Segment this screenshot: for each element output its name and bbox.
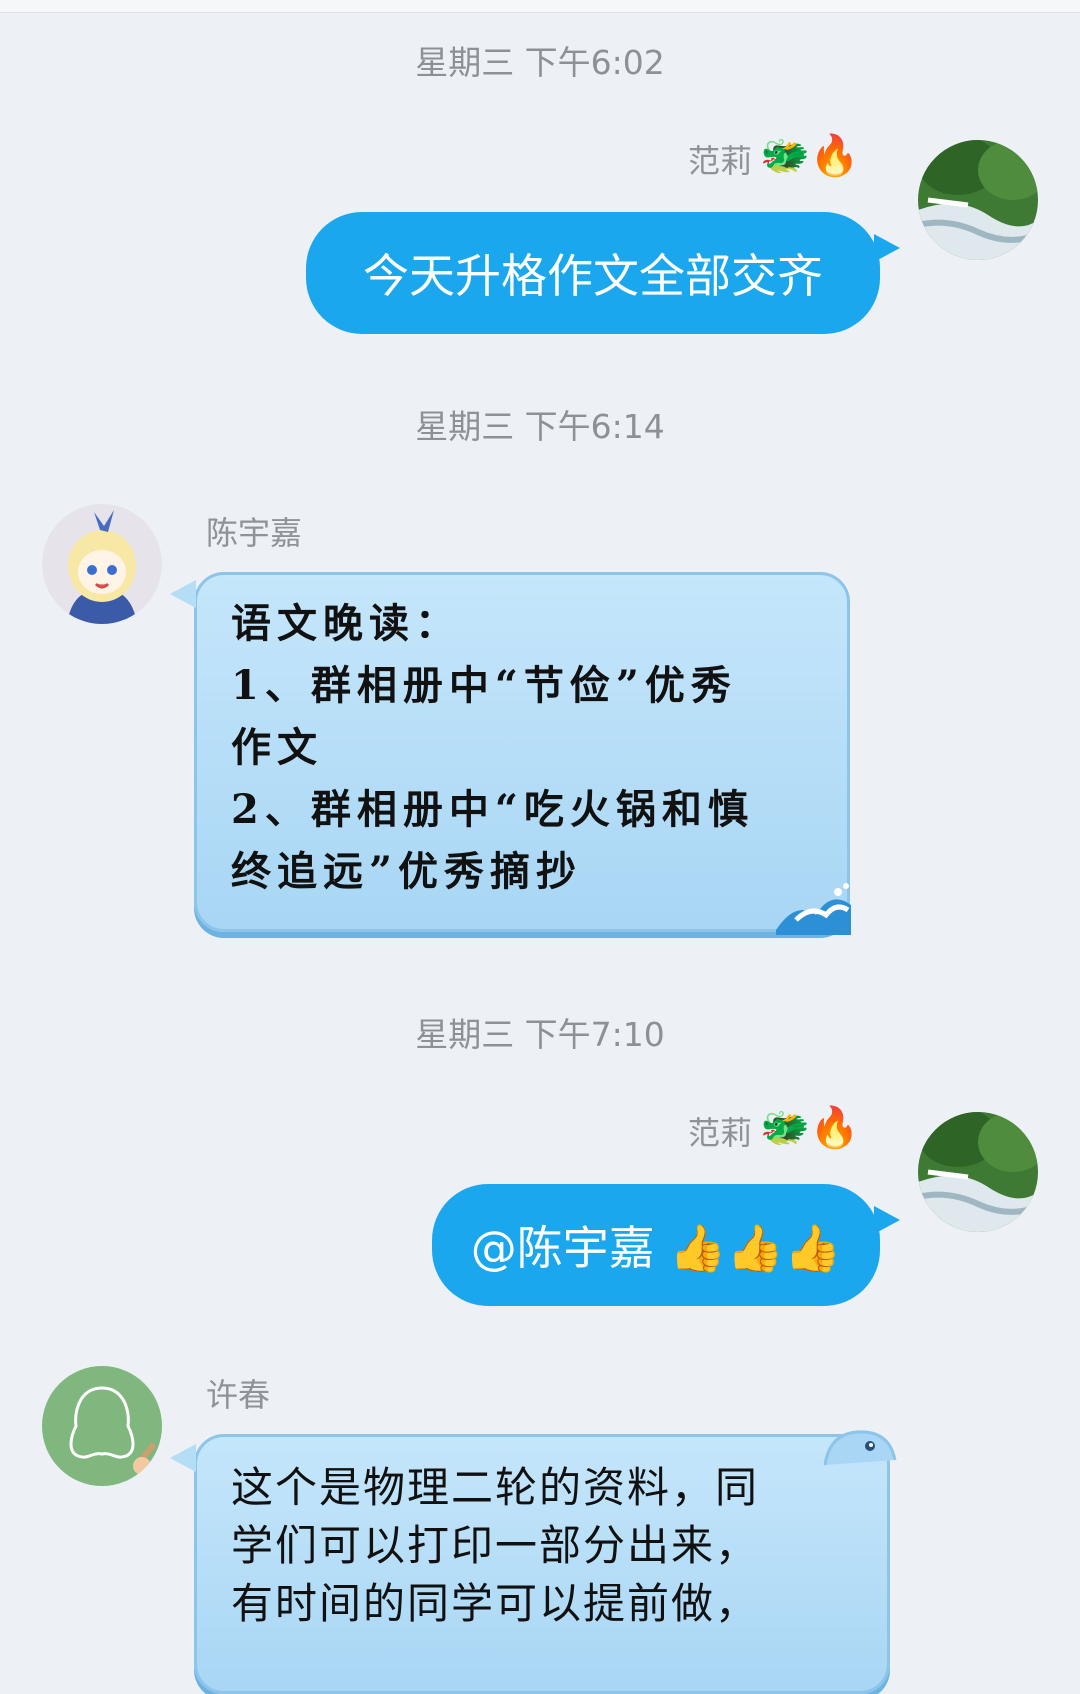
sender-name: 范莉 <box>688 1114 753 1152</box>
message-line: 2、群相册中“吃火锅和慎 <box>231 786 754 833</box>
wave-decoration-icon <box>776 883 851 935</box>
avatar[interactable] <box>918 140 1038 260</box>
message-bubble[interactable]: 这个是物理二轮的资料，同 学们可以打印一部分出来， 有时间的同学可以提前做， <box>194 1434 890 1694</box>
avatar[interactable] <box>42 1366 162 1486</box>
message-line: 有时间的同学可以提前做， <box>231 1579 760 1628</box>
sender-name: 许春 <box>206 1376 271 1414</box>
landscape-avatar-icon <box>918 140 1038 260</box>
message-text: @陈宇嘉 👍👍👍 <box>470 1221 842 1275</box>
anime-avatar-icon <box>42 504 162 624</box>
message-bubble[interactable]: 语文晚读： 1、群相册中“节俭”优秀 作文 2、群相册中“吃火锅和慎 终追远”优… <box>194 572 850 932</box>
timestamp: 星期三 下午7:10 <box>415 1015 665 1054</box>
whale-decoration-icon <box>823 1430 897 1466</box>
default-penguin-avatar-icon <box>42 1366 162 1486</box>
landscape-avatar-icon <box>918 1112 1038 1232</box>
bubble-tail <box>170 1444 196 1472</box>
message-line: 终追远”优秀摘抄 <box>231 848 583 895</box>
message-text: 今天升格作文全部交齐 <box>363 249 823 303</box>
top-divider <box>0 0 1080 13</box>
bubble-tail <box>170 580 196 608</box>
message-line: 1、群相册中“节俭”优秀 <box>231 662 737 709</box>
message-line: 学们可以打印一部分出来， <box>231 1521 760 1570</box>
message-bubble[interactable]: 今天升格作文全部交齐 <box>306 212 880 334</box>
sender-name: 陈宇嘉 <box>206 514 303 552</box>
message-line: 语文晚读： <box>231 600 461 647</box>
timestamp: 星期三 下午6:02 <box>415 43 665 82</box>
message-line: 这个是物理二轮的资料，同 <box>231 1463 760 1512</box>
message-bubble[interactable]: @陈宇嘉 👍👍👍 <box>432 1184 880 1306</box>
sender-badges: 🐲🔥 <box>760 133 860 179</box>
bubble-tail <box>874 234 900 262</box>
bubble-tail <box>874 1206 900 1234</box>
avatar[interactable] <box>918 1112 1038 1232</box>
message-line: 作文 <box>231 724 323 771</box>
sender-badges: 🐲🔥 <box>760 1105 860 1151</box>
avatar[interactable] <box>42 504 162 624</box>
timestamp: 星期三 下午6:14 <box>415 407 665 446</box>
sender-name: 范莉 <box>688 142 753 180</box>
